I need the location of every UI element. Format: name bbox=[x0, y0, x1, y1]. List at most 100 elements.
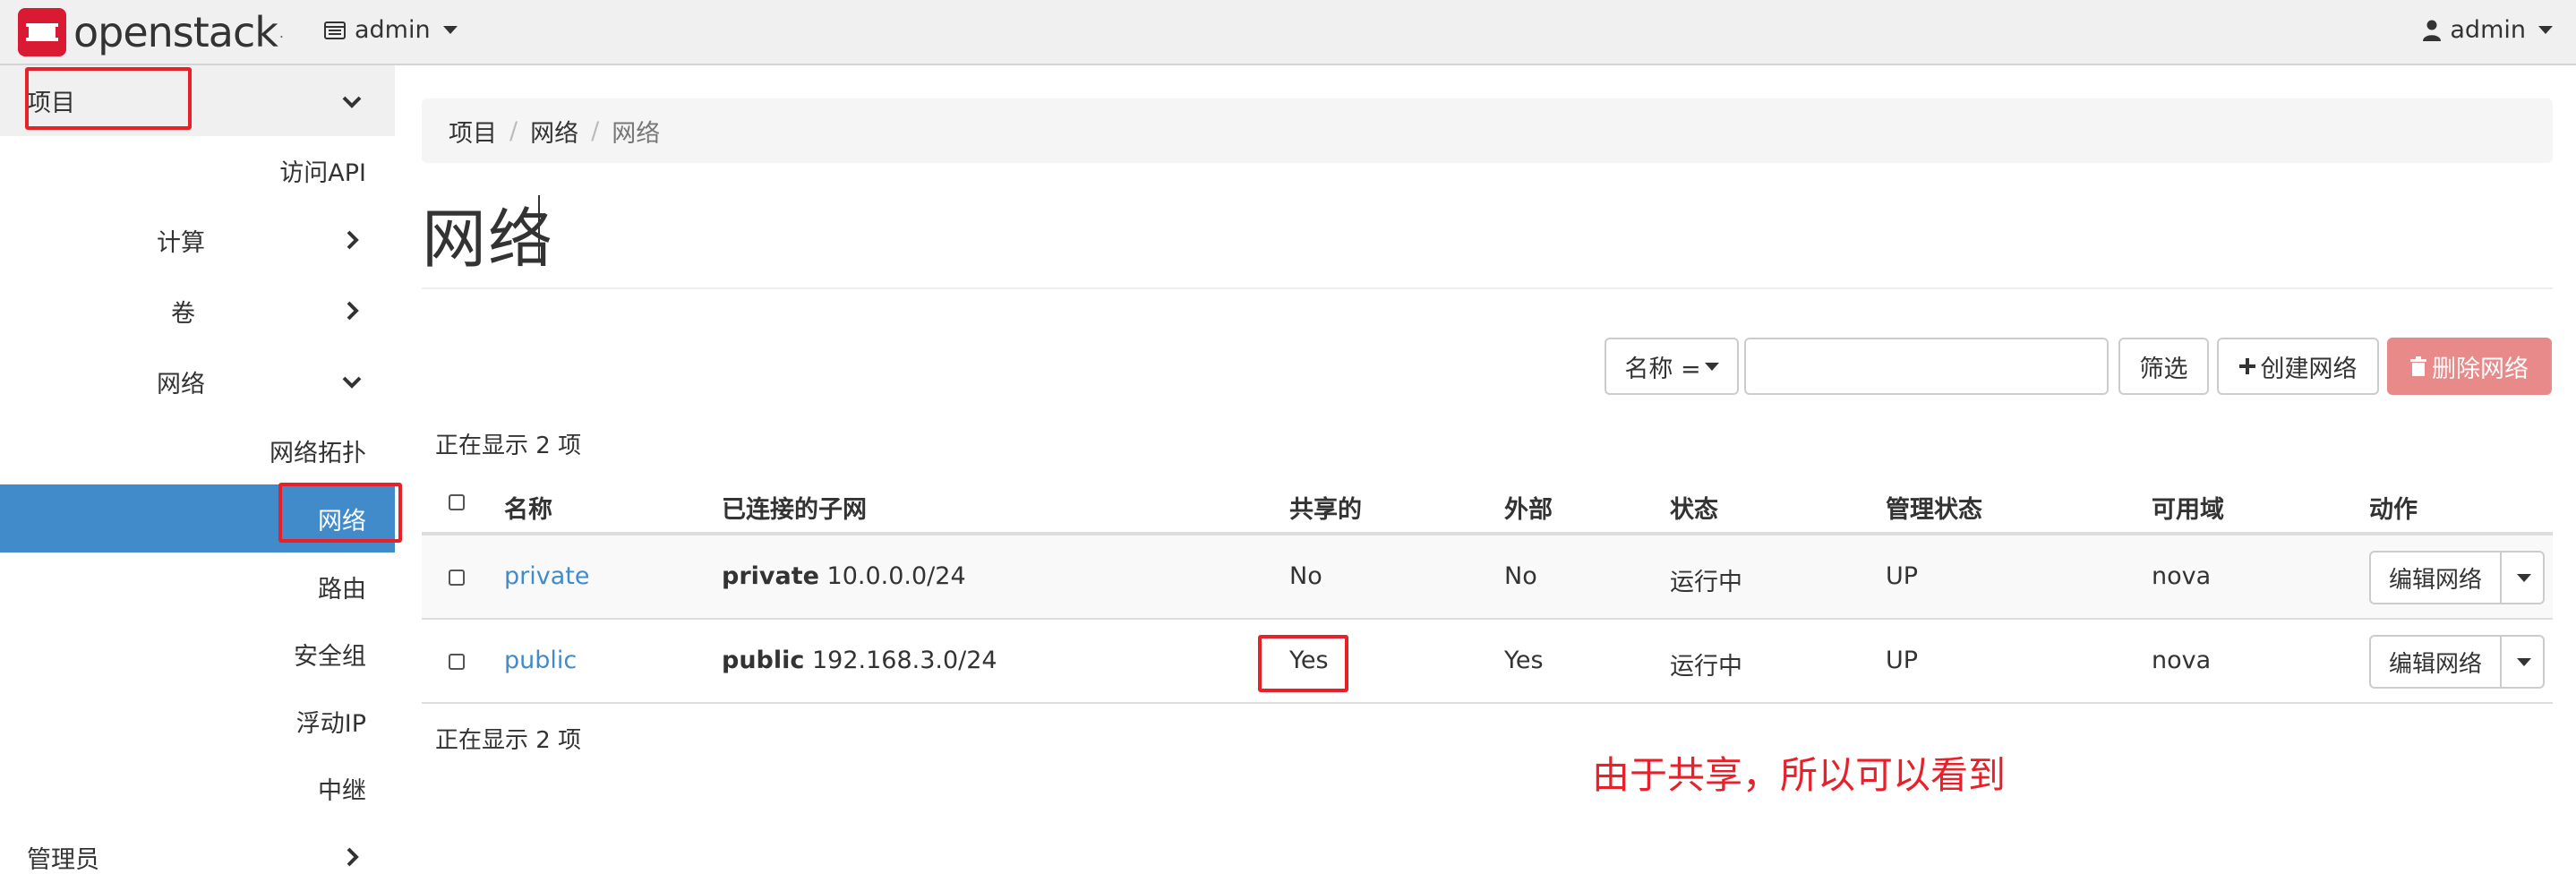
breadcrumb-item-network[interactable]: 网络 bbox=[530, 114, 578, 149]
subnet-cell: public 192.168.3.0/24 bbox=[722, 647, 997, 674]
subnet-cidr: 10.0.0.0/24 bbox=[826, 562, 966, 590]
brand-mark: . bbox=[278, 23, 285, 41]
column-header-actions: 动作 bbox=[2369, 496, 2418, 524]
create-network-button[interactable]: 创建网络 bbox=[2217, 338, 2379, 395]
caret-down-icon bbox=[2517, 573, 2532, 582]
column-header-availability-zone[interactable]: 可用域 bbox=[2152, 490, 2224, 525]
subnet-name: public bbox=[722, 647, 805, 674]
filter-button[interactable]: 筛选 bbox=[2118, 338, 2209, 395]
network-name-link[interactable]: public bbox=[504, 647, 577, 674]
project-icon bbox=[324, 21, 346, 39]
project-selector-label: admin bbox=[355, 16, 431, 44]
user-menu[interactable]: admin bbox=[2423, 16, 2553, 44]
edit-network-button[interactable]: 编辑网络 bbox=[2371, 553, 2503, 603]
annotation-note: 由于共享，所以可以看到 bbox=[1592, 753, 2007, 797]
brand-logo[interactable]: openstack . bbox=[18, 7, 284, 57]
admin-state-cell: UP bbox=[1886, 562, 1919, 590]
caret-down-icon bbox=[2517, 657, 2532, 666]
availability-zone-cell: nova bbox=[2152, 562, 2212, 590]
sidebar-item-label: 管理员 bbox=[27, 845, 99, 874]
table-header: 名称 已连接的子网 共享的 外部 状态 管理状态 可用域 动作 bbox=[422, 470, 2553, 535]
column-header-name[interactable]: 名称 bbox=[504, 490, 552, 525]
subnet-cell: private 10.0.0.0/24 bbox=[722, 562, 966, 590]
breadcrumb-item-current: 网络 bbox=[612, 119, 661, 148]
text-cursor bbox=[538, 195, 540, 260]
admin-state-cell: UP bbox=[1886, 647, 1919, 674]
breadcrumb-item-project[interactable]: 项目 bbox=[449, 114, 497, 149]
sidebar-item-label: 浮动IP bbox=[295, 709, 366, 738]
column-header-admin-state[interactable]: 管理状态 bbox=[1886, 490, 1982, 525]
column-header-status[interactable]: 状态 bbox=[1670, 490, 1718, 525]
user-menu-label: admin bbox=[2450, 16, 2526, 44]
create-network-label: 创建网络 bbox=[2260, 355, 2358, 383]
user-icon bbox=[2423, 20, 2442, 41]
trash-icon bbox=[2410, 356, 2426, 376]
sidebar-item-label: 网络拓扑 bbox=[270, 439, 366, 467]
sidebar-item-routers[interactable]: 路由 bbox=[0, 553, 395, 621]
sidebar-item-label: 安全组 bbox=[294, 642, 366, 671]
table-row: private private 10.0.0.0/24 No No 运行中 UP… bbox=[422, 535, 2553, 620]
status-cell: 运行中 bbox=[1670, 653, 1742, 681]
availability-zone-cell: nova bbox=[2152, 647, 2212, 674]
sidebar-item-label: 中继 bbox=[318, 776, 366, 805]
chevron-right-icon bbox=[347, 230, 359, 250]
chevron-down-icon bbox=[342, 96, 362, 108]
sidebar-item-network-topology[interactable]: 网络拓扑 bbox=[0, 416, 395, 484]
openstack-logo-icon bbox=[18, 8, 66, 56]
sidebar-item-admin[interactable]: 管理员 bbox=[0, 823, 395, 891]
caret-down-icon bbox=[1704, 362, 1719, 371]
highlight-box-shared-yes bbox=[1258, 635, 1348, 692]
item-count-top: 正在显示 2 项 bbox=[435, 433, 582, 459]
table-toolbar: 名称 = 筛选 创建网络 删除网络 bbox=[0, 338, 2576, 395]
filter-field-select[interactable]: 名称 = bbox=[1605, 338, 1739, 395]
select-all-checkbox[interactable] bbox=[449, 494, 465, 510]
caret-down-icon bbox=[2538, 26, 2553, 34]
brand-name: openstack bbox=[73, 8, 278, 56]
edit-network-button[interactable]: 编辑网络 bbox=[2371, 637, 2503, 687]
chevron-right-icon bbox=[347, 301, 359, 321]
project-selector[interactable]: admin bbox=[324, 16, 458, 44]
subnet-cidr: 192.168.3.0/24 bbox=[811, 647, 997, 674]
status-cell: 运行中 bbox=[1670, 569, 1742, 596]
filter-field-label: 名称 = bbox=[1624, 355, 1701, 383]
shared-cell: No bbox=[1289, 562, 1322, 590]
plus-icon bbox=[2238, 358, 2255, 374]
sidebar-item-access-api[interactable]: 访问API bbox=[0, 136, 395, 204]
row-action-dropdown[interactable] bbox=[2502, 637, 2543, 687]
subnet-name: private bbox=[722, 562, 819, 590]
row-action-group: 编辑网络 bbox=[2369, 551, 2546, 604]
row-action-group: 编辑网络 bbox=[2369, 635, 2546, 689]
table-row: public public 192.168.3.0/24 Yes Yes 运行中… bbox=[422, 620, 2553, 704]
column-header-shared[interactable]: 共享的 bbox=[1289, 490, 1362, 525]
sidebar-item-label: 卷 bbox=[171, 299, 195, 328]
row-checkbox[interactable] bbox=[449, 570, 465, 586]
external-cell: No bbox=[1504, 562, 1537, 590]
filter-search-input[interactable] bbox=[1744, 338, 2109, 395]
column-header-subnets[interactable]: 已连接的子网 bbox=[722, 490, 867, 525]
sidebar-item-label: 计算 bbox=[157, 228, 205, 257]
row-checkbox[interactable] bbox=[449, 654, 465, 670]
breadcrumb: 项目 / 网络 / 网络 bbox=[422, 99, 2553, 163]
sidebar-item-trunks[interactable]: 中继 bbox=[0, 754, 395, 822]
sidebar-item-label: 访问API bbox=[279, 158, 366, 187]
breadcrumb-separator: / bbox=[509, 116, 518, 145]
sidebar-item-security-groups[interactable]: 安全组 bbox=[0, 620, 395, 688]
caret-down-icon bbox=[442, 26, 458, 34]
sidebar-item-floating-ips[interactable]: 浮动IP bbox=[0, 687, 395, 755]
external-cell: Yes bbox=[1504, 647, 1544, 674]
delete-network-button[interactable]: 删除网络 bbox=[2387, 338, 2552, 395]
column-header-external[interactable]: 外部 bbox=[1504, 490, 1553, 525]
filter-button-label: 筛选 bbox=[2139, 355, 2188, 383]
network-name-link[interactable]: private bbox=[504, 562, 589, 590]
row-action-dropdown[interactable] bbox=[2502, 553, 2543, 603]
sidebar: 项目 访问API 计算 卷 网络 网络拓扑 网络 路由 安全组 浮动IP 中继 … bbox=[0, 65, 395, 874]
top-navbar: openstack . admin admin bbox=[0, 0, 2576, 65]
sidebar-item-compute[interactable]: 计算 bbox=[0, 206, 395, 274]
sidebar-item-label: 路由 bbox=[318, 575, 366, 604]
breadcrumb-separator: / bbox=[591, 116, 600, 145]
header-divider bbox=[422, 287, 2553, 289]
delete-network-label: 删除网络 bbox=[2432, 355, 2529, 383]
highlight-box-project bbox=[25, 67, 192, 130]
page-title: 网络 bbox=[422, 201, 555, 277]
sidebar-item-volumes[interactable]: 卷 bbox=[0, 277, 395, 345]
